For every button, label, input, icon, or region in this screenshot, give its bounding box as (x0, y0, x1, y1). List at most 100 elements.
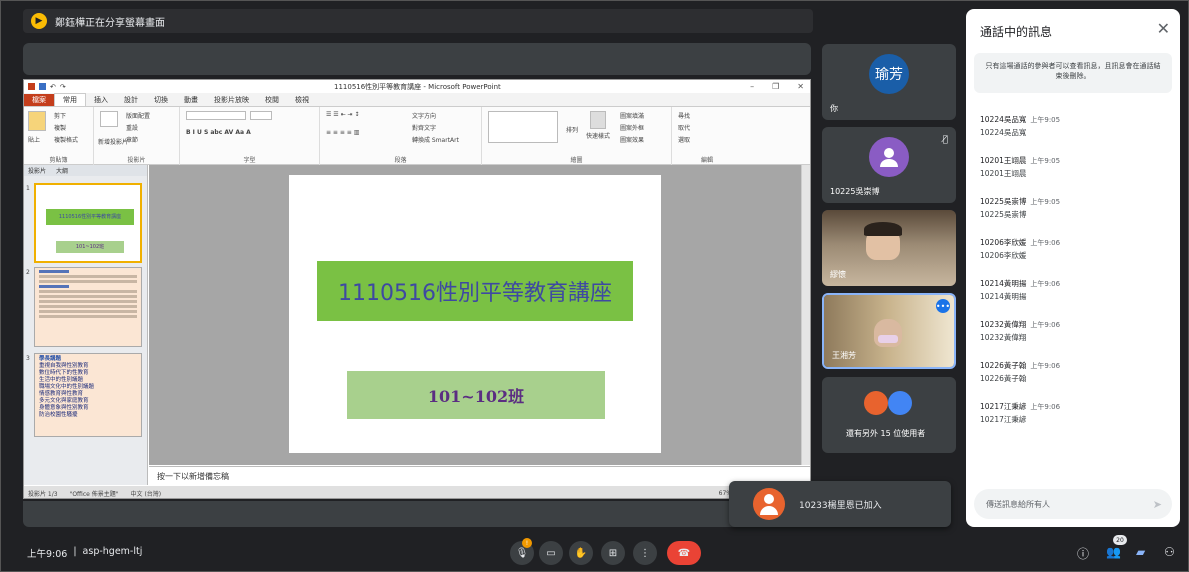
tab-review[interactable]: 校閱 (257, 94, 287, 106)
tab-file[interactable]: 檔案 (24, 94, 54, 106)
text-direction-button[interactable]: 文字方向 (412, 111, 436, 120)
people-icon[interactable]: 👥 (1106, 545, 1121, 559)
more-vert-icon: ⋮ (640, 547, 650, 559)
quick-styles-icon[interactable] (590, 111, 606, 129)
participant-video-tile-active[interactable]: ••• 王湘芳 (822, 293, 956, 369)
avatar (864, 391, 888, 415)
participant-tile-self[interactable]: 瑜芳 你 (822, 44, 956, 120)
shapes-gallery[interactable] (488, 111, 558, 143)
slide-thumbnail-3[interactable]: 學長講題 重視自我與性別教育 數位時代下的性教育 生活中的性別議題 職場文化中的… (34, 353, 142, 437)
tab-design[interactable]: 設計 (116, 94, 146, 106)
window-controls[interactable]: – ❐ ✕ (750, 82, 804, 91)
tab-insert[interactable]: 插入 (86, 94, 116, 106)
arrange-button[interactable]: 排列 (566, 125, 578, 134)
new-slide-button[interactable]: 新增投影片 (98, 137, 128, 146)
message-sender: 10201王翊晨 (980, 156, 1027, 165)
meeting-info: 上午9:06 | asp-hgem-ltj (27, 546, 142, 560)
more-options-button[interactable]: ⋮ (633, 541, 657, 565)
info-icon[interactable]: ⓘ (1077, 545, 1089, 562)
new-slide-icon[interactable] (100, 111, 118, 127)
close-icon[interactable]: ✕ (797, 82, 804, 91)
reset-button[interactable]: 重設 (126, 123, 138, 132)
slide-editor: 1110516性別平等教育講座 101~102班 (149, 165, 803, 465)
tab-view[interactable]: 檢視 (287, 94, 317, 106)
close-icon[interactable]: ✕ (1157, 19, 1170, 38)
tab-outline[interactable]: 大綱 (56, 166, 68, 175)
editing-group-label: 編輯 (700, 157, 713, 164)
shared-screen-top-strip (23, 43, 811, 75)
layout-button[interactable]: 版面配置 (126, 111, 150, 120)
present-button[interactable]: ⊞ (601, 541, 625, 565)
camera-button[interactable]: ▭ (539, 541, 563, 565)
tab-slideshow[interactable]: 投影片放映 (206, 94, 257, 106)
tab-animations[interactable]: 動畫 (176, 94, 206, 106)
redo-icon[interactable]: ↷ (60, 83, 66, 91)
participant-video-tile[interactable]: 繆懷 (822, 210, 956, 286)
bold-italic-underline-buttons[interactable]: B I U S abc AV Aa A (186, 129, 251, 136)
thumb3-line: 防治校園性騷擾 (39, 412, 78, 418)
participant-tile[interactable]: 🎙̸ 10225吳崇博 (822, 127, 956, 203)
slide-subtitle[interactable]: 101~102班 (347, 371, 605, 419)
chat-input[interactable]: 傳送訊息給所有人 ➤ (974, 489, 1172, 519)
face-mask (878, 335, 898, 343)
align-text-button[interactable]: 對齊文字 (412, 123, 436, 132)
thumb1-subtitle: 101~102班 (56, 241, 124, 253)
editor-scrollbar[interactable] (801, 165, 810, 465)
slide-title[interactable]: 1110516性別平等教育講座 (317, 261, 633, 321)
meeting-code: asp-hgem-ltj (82, 546, 143, 557)
mic-icon: 🎙 (515, 547, 529, 559)
slide-thumbnail-2[interactable] (34, 267, 142, 347)
raise-hand-button[interactable]: ✋ (569, 541, 593, 565)
message-sender: 10226黃子翰 (980, 361, 1027, 370)
tab-slides[interactable]: 投影片 (28, 166, 46, 175)
thumb3-line: 生活中的性別議題 (39, 377, 84, 383)
ribbon: 貼上 剪下 複製 複製格式 剪貼簿 新增投影片 版面配置 重設 章節 投影片 B… (24, 107, 810, 165)
replace-button[interactable]: 取代 (678, 123, 690, 132)
current-slide[interactable]: 1110516性別平等教育講座 101~102班 (289, 175, 661, 453)
send-icon[interactable]: ➤ (1153, 498, 1162, 511)
others-tile[interactable]: 還有另外 15 位使用者 (822, 377, 956, 453)
activities-icon[interactable]: ⚇ (1164, 545, 1175, 559)
font-name-select[interactable] (186, 111, 246, 120)
message-text: 10201王翊晨 (980, 169, 1027, 178)
smartart-button[interactable]: 轉換成 SmartArt (412, 135, 459, 144)
drawing-group: 排列 快速樣式 圖案填滿 圖案外框 圖案效果 繪圖 (482, 107, 672, 165)
more-options-icon[interactable]: ••• (936, 299, 950, 313)
thumb3-line: 情感教育與性教育 (39, 391, 84, 397)
shape-fill-button[interactable]: 圖案填滿 (620, 111, 644, 120)
quick-styles-button[interactable]: 快速樣式 (586, 131, 610, 140)
slide-number: 2 (26, 269, 30, 276)
chat-icon[interactable]: ▰ (1136, 545, 1145, 559)
ppt-title-bar: ↶ ↷ 1110516性別平等教育講座 - Microsoft PowerPoi… (24, 80, 810, 93)
thumb-text-line (39, 305, 137, 308)
paste-button[interactable]: 貼上 (28, 135, 40, 144)
undo-icon[interactable]: ↶ (50, 83, 56, 91)
meeting-control-bar: 上午9:06 | asp-hgem-ltj 🎙 ! ▭ ✋ ⊞ ⋮ ☎ ⓘ 👥 … (1, 531, 1189, 572)
message-text: 10214黃明揚 (980, 292, 1027, 301)
save-icon[interactable] (39, 83, 46, 90)
tab-home[interactable]: 常用 (54, 93, 86, 106)
format-painter-button[interactable]: 複製格式 (54, 135, 78, 144)
align-buttons[interactable]: ≡ ≡ ≡ ≡ ▥ (326, 129, 359, 136)
quick-access-toolbar[interactable]: ↶ ↷ (28, 83, 66, 91)
participant-name: 你 (830, 104, 838, 113)
list-buttons[interactable]: ☰ ☰ ⇤ ⇥ ↕ (326, 111, 359, 118)
find-button[interactable]: 尋找 (678, 111, 690, 120)
status-language: 中文 (台灣) (130, 490, 162, 498)
paste-icon[interactable] (28, 111, 46, 131)
notes-pane[interactable]: 按一下以新增備忘稿 (149, 466, 810, 485)
leave-call-button[interactable]: ☎ (667, 541, 701, 565)
tab-transitions[interactable]: 切換 (146, 94, 176, 106)
slide-thumbnail-1[interactable]: 1110516性別平等教育講座 101~102班 (34, 183, 142, 263)
cut-button[interactable]: 剪下 (54, 111, 66, 120)
thumb-text-line (39, 270, 69, 273)
font-size-select[interactable] (250, 111, 272, 120)
shape-effects-button[interactable]: 圖案效果 (620, 135, 644, 144)
pane-tabs: 投影片 大綱 (24, 165, 147, 176)
copy-button[interactable]: 複製 (54, 123, 66, 132)
restore-icon[interactable]: ❐ (772, 82, 779, 91)
select-button[interactable]: 選取 (678, 135, 690, 144)
minimize-icon[interactable]: – (750, 82, 754, 91)
shape-outline-button[interactable]: 圖案外框 (620, 123, 644, 132)
section-button[interactable]: 章節 (126, 135, 138, 144)
